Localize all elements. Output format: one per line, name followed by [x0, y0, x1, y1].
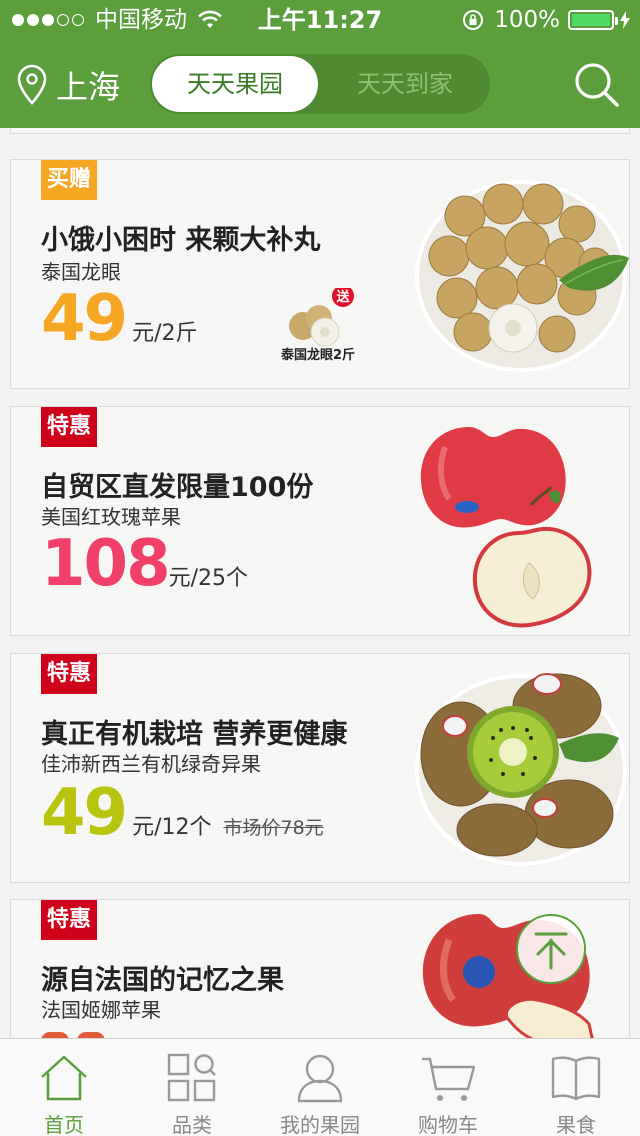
- product-price: 108元/25个: [41, 527, 248, 601]
- tab-fruit-food[interactable]: 果食: [512, 1039, 640, 1136]
- battery-percent: 100%: [494, 7, 560, 33]
- tab-label: 我的果园: [280, 1113, 360, 1136]
- nav-bar: 上海 天天果园 天天到家: [0, 40, 640, 128]
- book-icon: [551, 1056, 601, 1101]
- price-value: 49: [41, 776, 128, 850]
- tab-label: 品类: [172, 1113, 212, 1136]
- tab-home[interactable]: 首页: [0, 1039, 128, 1136]
- price-value: 49: [41, 282, 128, 356]
- charging-icon: [620, 11, 630, 29]
- price-unit: 元/25个: [168, 566, 249, 591]
- longan-image: [415, 180, 629, 372]
- promo-tag: 买赠: [41, 160, 98, 200]
- product-list: 买赠 小饿小困时 来颗大补丸 泰国龙眼 49 元/2斤 送 泰国龙眼2斤 特惠 …: [0, 128, 640, 1038]
- product-card-apple[interactable]: 特惠 自贸区直发限量100份 美国红玫瑰苹果 108元/25个: [10, 406, 630, 636]
- location-selector[interactable]: 上海: [16, 62, 120, 108]
- price-unit: 元/12个: [132, 815, 212, 840]
- product-subtitle: 美国红玫瑰苹果: [41, 505, 181, 529]
- status-bar: 中国移动 上午11:27 100%: [0, 0, 640, 40]
- user-icon: [297, 1054, 343, 1103]
- product-title: 源自法国的记忆之果: [41, 965, 284, 996]
- product-subtitle: 泰国龙眼: [41, 260, 121, 284]
- product-subtitle: 法国姬娜苹果: [41, 998, 161, 1022]
- category-icon: [167, 1053, 216, 1102]
- segment-control: 天天果园 天天到家: [150, 54, 490, 114]
- market-price: 市场价78元: [223, 817, 324, 839]
- tab-tiantian-guoyuan[interactable]: 天天果园: [152, 56, 318, 112]
- location-pin-icon: [17, 64, 47, 105]
- battery-icon: [568, 10, 618, 30]
- tab-tiantian-daojia[interactable]: 天天到家: [322, 56, 488, 112]
- home-icon: [41, 1055, 87, 1101]
- product-title: 自贸区直发限量100份: [41, 472, 314, 503]
- apple-image: [420, 427, 592, 628]
- price-unit: 元/2斤: [132, 321, 198, 346]
- status-right: 100%: [462, 0, 630, 40]
- gift-label: 泰国龙眼2斤: [281, 348, 356, 363]
- tab-cart[interactable]: 购物车: [384, 1039, 512, 1136]
- city-label: 上海: [56, 68, 121, 106]
- search-icon[interactable]: [572, 60, 620, 108]
- promo-tag: 特惠: [41, 407, 98, 447]
- gift-badge: 送: [335, 289, 350, 305]
- product-title: 真正有机栽培 营养更健康: [41, 719, 348, 750]
- tab-bar: 首页 品类 我的果园 购物车 果食: [0, 1038, 640, 1136]
- tab-category[interactable]: 品类: [128, 1039, 256, 1136]
- tab-label: 购物车: [418, 1113, 478, 1136]
- tab-my-orchard[interactable]: 我的果园: [256, 1039, 384, 1136]
- scroll-to-top-button[interactable]: [516, 914, 586, 984]
- product-card-kiwi[interactable]: 特惠 真正有机栽培 营养更健康 佳沛新西兰有机绿奇异果 49 元/12个 市场价78…: [10, 653, 630, 883]
- product-card-longan[interactable]: 买赠 小饿小困时 来颗大补丸 泰国龙眼 49 元/2斤 送 泰国龙眼2斤: [10, 159, 630, 389]
- product-price: 49 元/12个 市场价78元: [41, 776, 324, 850]
- tab-label: 果食: [556, 1113, 596, 1136]
- list-item-previous[interactable]: [10, 128, 630, 134]
- cart-icon: [422, 1057, 476, 1101]
- product-price: 49 元/2斤: [41, 282, 197, 356]
- promo-tag: 特惠: [41, 654, 98, 694]
- product-title: 小饿小困时 来颗大补丸: [41, 225, 321, 256]
- promo-tag: 特惠: [41, 900, 98, 940]
- price-value: 108: [41, 527, 171, 601]
- kiwi-image: [415, 673, 627, 866]
- tab-label: 首页: [44, 1113, 84, 1136]
- arrow-up-icon: [534, 932, 568, 970]
- app-header: 中国移动 上午11:27 100% 上海 天天果园 天天到家: [0, 0, 640, 128]
- product-subtitle: 佳沛新西兰有机绿奇异果: [41, 752, 261, 776]
- rotation-lock-icon: [463, 10, 484, 30]
